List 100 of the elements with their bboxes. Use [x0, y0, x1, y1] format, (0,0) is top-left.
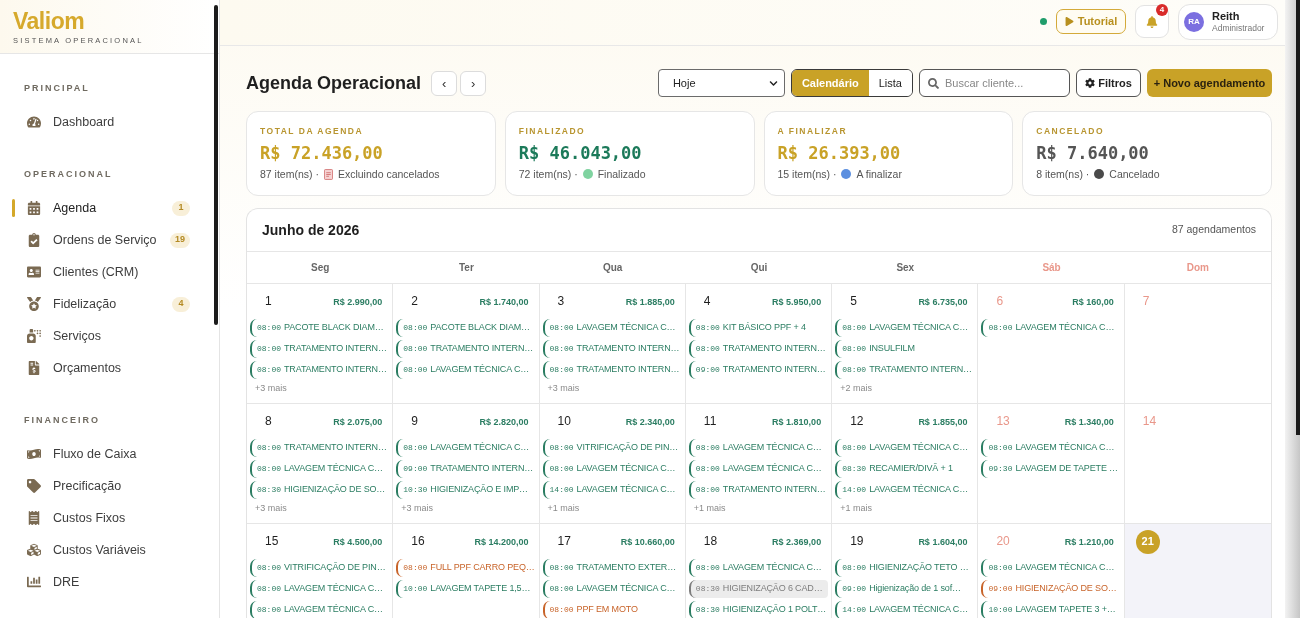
calendar-event[interactable]: 14:00 LAVAGEM TÉCNICA C…: [835, 481, 975, 499]
calendar-event[interactable]: 08:00 LAVAGEM TÉCNICA C…: [981, 559, 1121, 577]
calendar-event[interactable]: 08:30 HIGIENIZAÇÃO DE SO…: [250, 481, 390, 499]
nav-link[interactable]: DRE: [0, 566, 190, 598]
more-events-link[interactable]: +3 mais: [250, 382, 287, 394]
calendar-event[interactable]: 08:00 INSULFILM: [835, 340, 975, 358]
calendar-event[interactable]: 08:30 HIGIENIZAÇÃO 1 POLT…: [688, 601, 829, 618]
calendar-day-cell[interactable]: 6 R$ 160,00 08:00 LAVAGEM TÉCNICA C…: [978, 284, 1125, 404]
calendar-event[interactable]: 08:00 LAVAGEM TÉCNICA C…: [542, 460, 682, 478]
calendar-event[interactable]: 10:30 HIGIENIZAÇÃO E IMP…: [396, 481, 536, 499]
calendar-event[interactable]: 08:00 LAVAGEM TÉCNICA C…: [981, 319, 1121, 337]
calendar-day-cell[interactable]: 1 R$ 2.990,00 08:00 PACOTE BLACK DIAM… 08:00 TRATAMENTO INTERN… 08:00 TRATAMENTO INTERN… +3 mais: [247, 284, 394, 404]
nav-link[interactable]: Orçamentos: [0, 352, 190, 384]
calendar-event[interactable]: 08:00 LAVAGEM TÉCNICA C…: [396, 439, 536, 457]
tutorial-button[interactable]: Tutorial: [1056, 9, 1126, 34]
calendar-event[interactable]: 08:00 VITRIFICAÇÃO DE PIN…: [250, 559, 390, 577]
calendar-event[interactable]: 08:30 RECAMIER/DIVÃ + 1: [835, 460, 975, 478]
calendar-event[interactable]: 08:00 TRATAMENTO INTERN…: [835, 361, 975, 379]
calendar-day-cell[interactable]: 5 R$ 6.735,00 08:00 LAVAGEM TÉCNICA C… 08:00 INSULFILM 08:00 TRATAMENTO INTERN… +2 mais: [832, 284, 979, 404]
calendar-event[interactable]: 08:00 TRATAMENTO INTERN…: [688, 340, 829, 358]
day-number: 13: [996, 414, 1010, 429]
next-button[interactable]: ›: [460, 70, 487, 96]
calendar-event[interactable]: 08:00 LAVAGEM TÉCNICA C…: [835, 439, 975, 457]
calendar-event[interactable]: 08:00 LAVAGEM TÉCNICA C…: [688, 439, 829, 457]
previous-button[interactable]: ‹: [431, 70, 458, 96]
calendar-event[interactable]: 08:30 HIGIENIZAÇÃO 6 CAD…: [688, 580, 829, 598]
more-events-link[interactable]: +2 mais: [835, 382, 872, 394]
more-events-link[interactable]: +1 mais: [688, 502, 726, 514]
calendar-event[interactable]: 08:00 LAVAGEM TÉCNICA C…: [981, 439, 1121, 457]
calendar-event[interactable]: 08:00 FULL PPF CARRO PEQ…: [396, 559, 536, 577]
calendar-event[interactable]: 09:00 TRATAMENTO INTERN…: [396, 460, 536, 478]
calendar-day-cell[interactable]: 19 R$ 1.604,00 08:00 HIGIENIZAÇÃO TETO … 09:00 Higienização de 1 sof… 14:00 LAVAGEM TÉCNICA C…: [832, 524, 979, 618]
nav-link[interactable]: Agenda: [0, 192, 172, 224]
calendar-event[interactable]: 08:00 VITRIFICAÇÃO DE PIN…: [542, 439, 682, 457]
calendar-event[interactable]: 08:00 LAVAGEM TÉCNICA C…: [835, 319, 975, 337]
scrollbar-thumb[interactable]: [1296, 0, 1300, 435]
nav-link[interactable]: Custos Fixos: [0, 502, 190, 534]
calendar-day-cell[interactable]: 8 R$ 2.075,00 08:00 TRATAMENTO INTERN… 08:00 LAVAGEM TÉCNICA C… 08:30 HIGIENIZAÇÃO DE SO… +3 mais: [247, 404, 394, 524]
new-appointment-button[interactable]: + Novo agendamento: [1147, 69, 1272, 97]
search-field[interactable]: Buscar cliente...: [919, 69, 1070, 97]
calendar-day-cell[interactable]: 12 R$ 1.855,00 08:00 LAVAGEM TÉCNICA C… 08:30 RECAMIER/DIVÃ + 1 14:00 LAVAGEM TÉCNICA C… +1 mais: [832, 404, 979, 524]
calendar-day-cell[interactable]: 13 R$ 1.340,00 08:00 LAVAGEM TÉCNICA C… 09:30 LAVAGEM DE TAPETE …: [978, 404, 1125, 524]
calendar-event[interactable]: 08:00 LAVAGEM TÉCNICA C…: [250, 580, 390, 598]
more-events-link[interactable]: +3 mais: [542, 382, 580, 394]
nav-link[interactable]: Ordens de Serviço: [0, 224, 170, 256]
calendar-event[interactable]: 08:00 LAVAGEM TÉCNICA C…: [688, 460, 829, 478]
calendar-event[interactable]: 08:00 TRATAMENTO INTERN…: [250, 340, 390, 358]
calendar-day-cell[interactable]: 2 R$ 1.740,00 08:00 PACOTE BLACK DIAM… 08:00 TRATAMENTO INTERN… 08:00 LAVAGEM TÉCNICA C…: [393, 284, 540, 404]
calendar-event[interactable]: 08:00 LAVAGEM TÉCNICA C…: [396, 361, 536, 379]
filters-button[interactable]: Filtros: [1076, 69, 1141, 97]
user-menu[interactable]: RA Reith Administrador: [1178, 3, 1278, 40]
calendar-event[interactable]: 09:30 LAVAGEM DE TAPETE …: [981, 460, 1121, 478]
nav-link[interactable]: Clientes (CRM): [0, 256, 190, 288]
calendar-event[interactable]: 08:00 TRATAMENTO INTERN…: [250, 361, 390, 379]
nav-link[interactable]: Fidelização: [0, 288, 172, 320]
calendar-event[interactable]: 10:00 LAVAGEM TAPETE 3 +…: [981, 601, 1121, 618]
calendar-event[interactable]: 09:00 TRATAMENTO INTERN…: [688, 361, 829, 379]
more-events-link[interactable]: +1 mais: [835, 502, 872, 514]
calendar-day-cell[interactable]: 4 R$ 5.950,00 08:00 KIT BÁSICO PPF + 4 08:00 TRATAMENTO INTERN… 09:00 TRATAMENTO INTERN…: [685, 284, 833, 404]
nav-link[interactable]: Fluxo de Caixa: [0, 438, 190, 470]
calendar-day-cell[interactable]: 9 R$ 2.820,00 08:00 LAVAGEM TÉCNICA C… 09:00 TRATAMENTO INTERN… 10:30 HIGIENIZAÇÃO E IMP… +3 mais: [393, 404, 540, 524]
calendar-day-cell[interactable]: 3 R$ 1.885,00 08:00 LAVAGEM TÉCNICA C… 08:00 TRATAMENTO INTERN… 08:00 TRATAMENTO INTERN… +3 mais: [539, 284, 686, 404]
calendar-event[interactable]: 08:00 TRATAMENTO INTERN…: [542, 361, 682, 379]
calendar-event[interactable]: 08:00 KIT BÁSICO PPF + 4: [688, 319, 829, 337]
calendar-event[interactable]: 08:00 LAVAGEM TÉCNICA C…: [542, 580, 682, 598]
calendar-event[interactable]: 08:00 PPF EM MOTO: [542, 601, 682, 618]
calendar-event[interactable]: 08:00 PACOTE BLACK DIAM…: [250, 319, 390, 337]
nav-link[interactable]: Custos Variáveis: [0, 534, 190, 566]
calendar-event[interactable]: 10:00 LAVAGEM TAPETE 1,5…: [396, 580, 536, 598]
calendar-event[interactable]: 09:00 Higienização de 1 sof…: [835, 580, 975, 598]
calendar-day-cell[interactable]: 10 R$ 2.340,00 08:00 VITRIFICAÇÃO DE PIN… 08:00 LAVAGEM TÉCNICA C… 14:00 LAVAGEM TÉCNICA C… +1 mais: [539, 404, 686, 524]
more-events-link[interactable]: +3 mais: [250, 502, 287, 514]
nav-link[interactable]: Precificação: [0, 470, 190, 502]
calendar-day-cell[interactable]: 20 R$ 1.210,00 08:00 LAVAGEM TÉCNICA C… 09:00 HIGIENIZAÇÃO DE SO… 10:00 LAVAGEM TAPETE 3 +…: [978, 524, 1125, 618]
calendar-day-cell[interactable]: 16 R$ 14.200,00 08:00 FULL PPF CARRO PEQ… 10:00 LAVAGEM TAPETE 1,5…: [393, 524, 540, 618]
calendar-event[interactable]: 08:00 TRATAMENTO INTERN…: [542, 340, 682, 358]
calendar-day-cell[interactable]: 15 R$ 4.500,00 08:00 VITRIFICAÇÃO DE PIN… 08:00 LAVAGEM TÉCNICA C… 08:00 LAVAGEM TÉCNICA C…: [247, 524, 394, 618]
view-tab[interactable]: Lista: [868, 70, 912, 96]
calendar-event[interactable]: 09:00 HIGIENIZAÇÃO DE SO…: [981, 580, 1121, 598]
calendar-event[interactable]: 08:00 TRATAMENTO INTERN…: [396, 340, 536, 358]
calendar-event[interactable]: 08:00 TRATAMENTO INTERN…: [250, 439, 390, 457]
period-select[interactable]: Hoje: [657, 69, 785, 97]
nav-link[interactable]: Serviços: [0, 320, 190, 352]
calendar-event[interactable]: 08:00 LAVAGEM TÉCNICA C…: [542, 319, 682, 337]
calendar-event[interactable]: 14:00 LAVAGEM TÉCNICA C…: [835, 601, 975, 618]
calendar-event[interactable]: 08:00 PACOTE BLACK DIAM…: [396, 319, 536, 337]
calendar-event[interactable]: 08:00 TRATAMENTO EXTER…: [542, 559, 682, 577]
notifications-button[interactable]: 4: [1135, 5, 1169, 38]
nav-link[interactable]: Dashboard: [0, 106, 190, 138]
page-scrollbar[interactable]: [1285, 0, 1300, 618]
calendar-event[interactable]: 08:00 LAVAGEM TÉCNICA C…: [250, 460, 390, 478]
scrollbar-thumb[interactable]: [214, 5, 218, 325]
more-events-link[interactable]: +1 mais: [542, 502, 580, 514]
calendar-event[interactable]: 08:00 LAVAGEM TÉCNICA C…: [250, 601, 390, 618]
calendar-day-cell[interactable]: 11 R$ 1.810,00 08:00 LAVAGEM TÉCNICA C… 08:00 LAVAGEM TÉCNICA C… 08:00 TRATAMENTO INTERN… +1 mais: [685, 404, 833, 524]
calendar-event[interactable]: 08:00 HIGIENIZAÇÃO TETO …: [835, 559, 975, 577]
calendar-event[interactable]: 08:00 LAVAGEM TÉCNICA C…: [688, 559, 829, 577]
more-events-link[interactable]: +3 mais: [396, 502, 434, 514]
calendar-event[interactable]: 08:00 TRATAMENTO INTERN…: [688, 481, 829, 499]
calendar-event[interactable]: 14:00 LAVAGEM TÉCNICA C…: [542, 481, 682, 499]
